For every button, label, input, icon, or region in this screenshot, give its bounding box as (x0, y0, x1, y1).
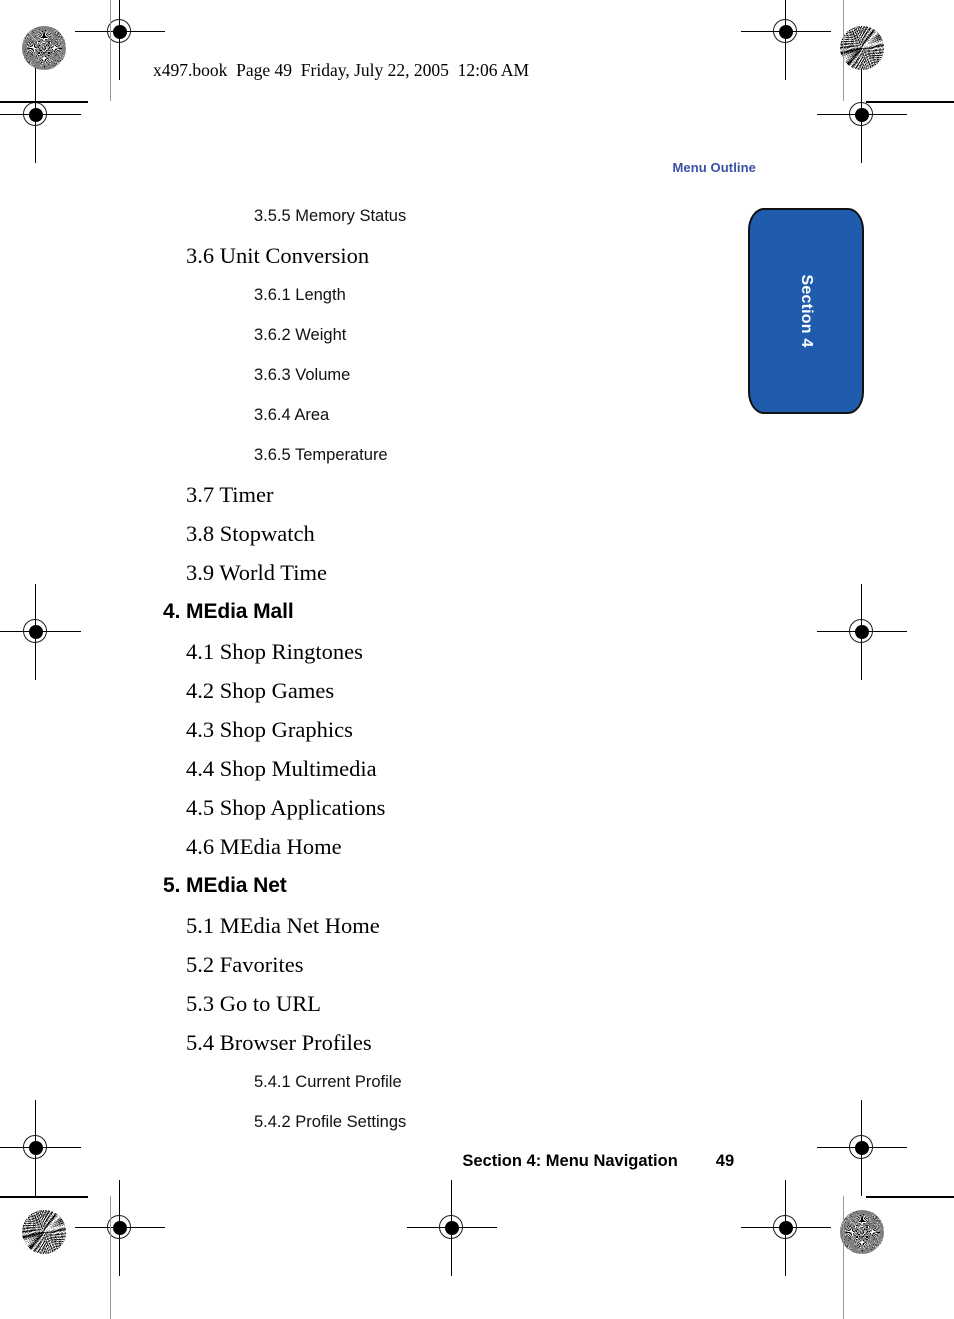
outline-entry-level-3: 3.5.5 Memory Status (254, 207, 407, 225)
starburst-target-bottom-right (840, 1210, 884, 1254)
outline-entry-level-2: 5.3 Go to URL (186, 991, 321, 1016)
trim-mark-bottom-left (0, 1196, 88, 1198)
section-tab-label: Section 4 (798, 274, 815, 348)
footer-page-number: 49 (715, 1152, 735, 1170)
section-thumb-tab: Section 4 (748, 208, 864, 414)
outline-entry-level-2: 4.3 Shop Graphics (186, 717, 353, 742)
running-head: Menu Outline (672, 160, 756, 175)
outline-entry-level-2: 5.4 Browser Profiles (186, 1030, 372, 1055)
trim-mark-top-left (0, 101, 88, 103)
registration-mark-top-left (0, 67, 81, 163)
registration-mark-bottom-left-inner (75, 1180, 165, 1276)
outline-entry-level-2: 4.6 MEdia Home (186, 834, 342, 859)
guide-line-top-right (843, 0, 844, 101)
registration-mark-bottom-right (817, 1100, 907, 1196)
outline-entry-level-3: 3.6.1 Length (254, 286, 346, 304)
guide-line-bottom-left (110, 1196, 111, 1319)
menu-outline-list: 3.5.5 Memory Status 3.6 Unit Conversion 3.… (0, 196, 700, 1142)
outline-entry-level-2: 3.6 Unit Conversion (186, 243, 370, 268)
document-page: x497.book Page 49 Friday, July 22, 2005 … (0, 0, 954, 1319)
outline-entry-level-1: 5. MEdia Net (163, 874, 287, 897)
outline-entry-level-2: 4.1 Shop Ringtones (186, 639, 363, 664)
outline-entry-level-2: 4.2 Shop Games (186, 678, 335, 703)
outline-entry-level-3: 3.6.5 Temperature (254, 446, 388, 464)
outline-entry-level-2: 3.9 World Time (186, 560, 327, 585)
outline-entry-level-3: 3.6.3 Volume (254, 366, 351, 384)
outline-entry-level-3: 3.6.2 Weight (254, 326, 347, 344)
registration-mark-top-left-inner (75, 0, 165, 80)
guide-line-top-left (110, 0, 111, 101)
trim-mark-top-right (866, 101, 954, 103)
outline-entry-level-3: 5.4.1 Current Profile (254, 1073, 402, 1091)
outline-entry-level-3: 3.6.4 Area (254, 406, 330, 424)
file-info-line: x497.book Page 49 Friday, July 22, 2005 … (153, 60, 530, 80)
registration-mark-bottom-right-inner (741, 1180, 831, 1276)
guide-line-bottom-right (843, 1196, 844, 1319)
outline-entry-level-2: 3.7 Timer (186, 482, 274, 507)
outline-entry-level-2: 5.1 MEdia Net Home (186, 913, 380, 938)
trim-mark-bottom-right (866, 1196, 954, 1198)
outline-entry-level-1: 4. MEdia Mall (163, 600, 294, 623)
outline-entry-level-2: 4.5 Shop Applications (186, 795, 386, 820)
outline-entry-level-2: 3.8 Stopwatch (186, 521, 315, 546)
registration-mark-mid-right (817, 584, 907, 680)
outline-entry-level-2: 4.4 Shop Multimedia (186, 756, 377, 781)
page-footer: Section 4: Menu Navigation 49 (444, 1133, 734, 1190)
footer-section-title: Section 4: Menu Navigation (462, 1152, 678, 1170)
outline-entry-level-2: 5.2 Favorites (186, 952, 304, 977)
starburst-target-top-left (22, 26, 66, 70)
registration-mark-bottom-center (407, 1180, 497, 1276)
moire-target-top-right (840, 26, 884, 70)
moire-target-bottom-left (22, 1210, 66, 1254)
registration-mark-top-right-inner (741, 0, 831, 80)
